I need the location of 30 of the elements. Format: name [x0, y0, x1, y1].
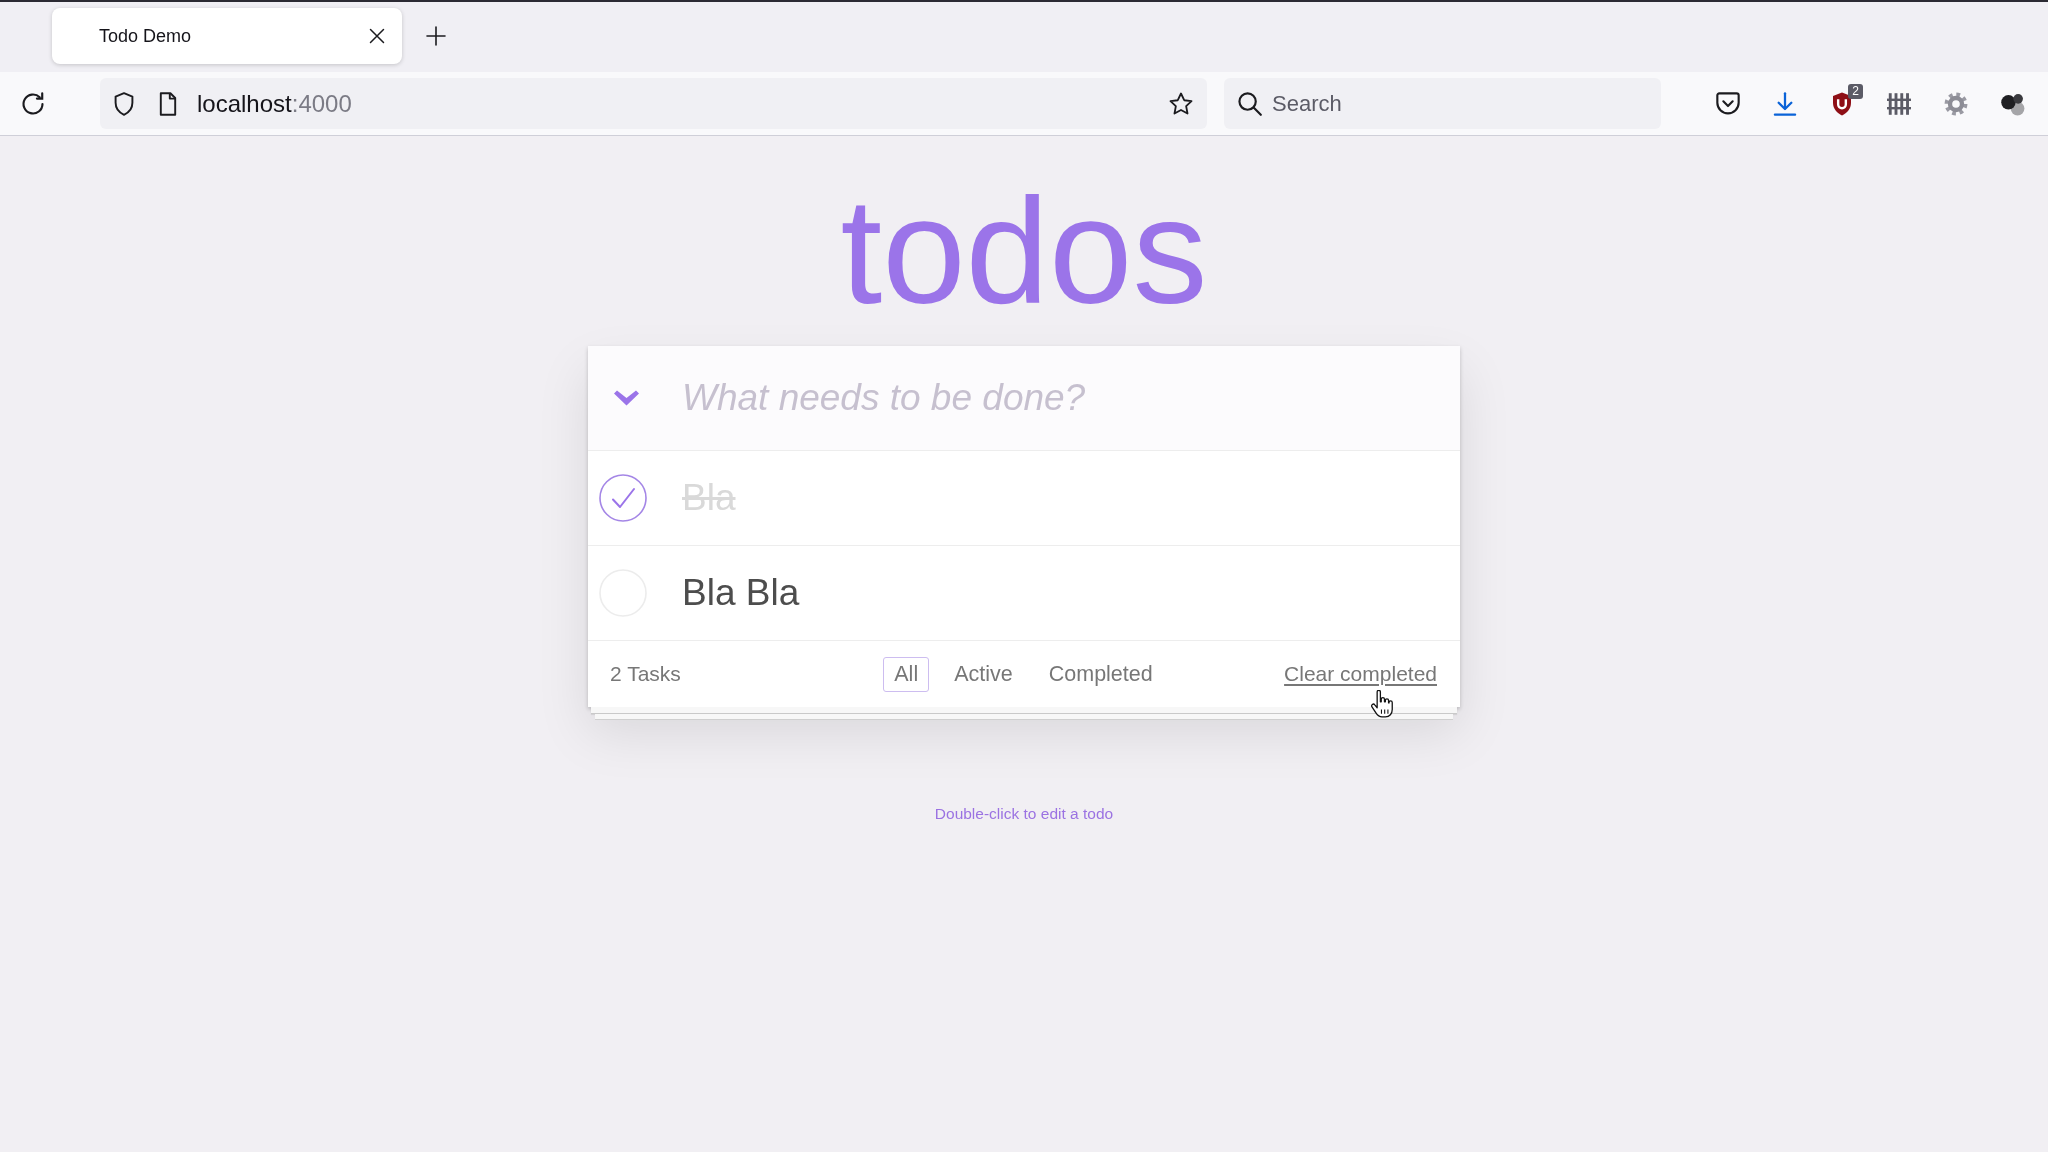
- todo-text: Bla Bla: [682, 572, 800, 614]
- shield-chevron-icon: [1716, 91, 1740, 116]
- search-icon: [1238, 91, 1262, 116]
- chevron-down-icon: [613, 390, 639, 406]
- bookmark-button[interactable]: [1169, 91, 1193, 116]
- plus-icon: [426, 26, 446, 46]
- gear-icon: [1944, 91, 1968, 116]
- new-todo-input[interactable]: What needs to be done?: [588, 346, 1460, 450]
- task-count: 2 Tasks: [610, 662, 681, 686]
- close-icon: [369, 28, 385, 44]
- hint-text: Double-click to edit a todo: [934, 805, 1114, 823]
- filter-link[interactable]: Completed: [1037, 656, 1164, 692]
- fence-icon: [1887, 91, 1911, 116]
- toolbar-button[interactable]: 2: [1822, 83, 1862, 124]
- url-text: localhost:4000: [197, 89, 352, 118]
- star-icon: [1169, 91, 1193, 116]
- download-icon: [1773, 91, 1797, 116]
- app-title: todos: [840, 176, 1208, 326]
- filter-link[interactable]: Active: [943, 656, 1024, 692]
- address-bar[interactable]: localhost:4000: [100, 78, 1207, 129]
- filter-link[interactable]: All: [883, 656, 930, 692]
- spheres-icon: [2001, 91, 2025, 116]
- shield-u-icon: [1830, 91, 1854, 116]
- search-field[interactable]: Search: [1224, 78, 1661, 129]
- notification-count: 2: [1848, 83, 1863, 99]
- reload-icon: [21, 91, 45, 116]
- todo-checkbox[interactable]: [599, 474, 647, 522]
- shield-icon: [112, 91, 136, 116]
- clear-completed-link[interactable]: Clear completed: [1284, 662, 1437, 686]
- browser-tab[interactable]: Todo Demo: [52, 8, 402, 64]
